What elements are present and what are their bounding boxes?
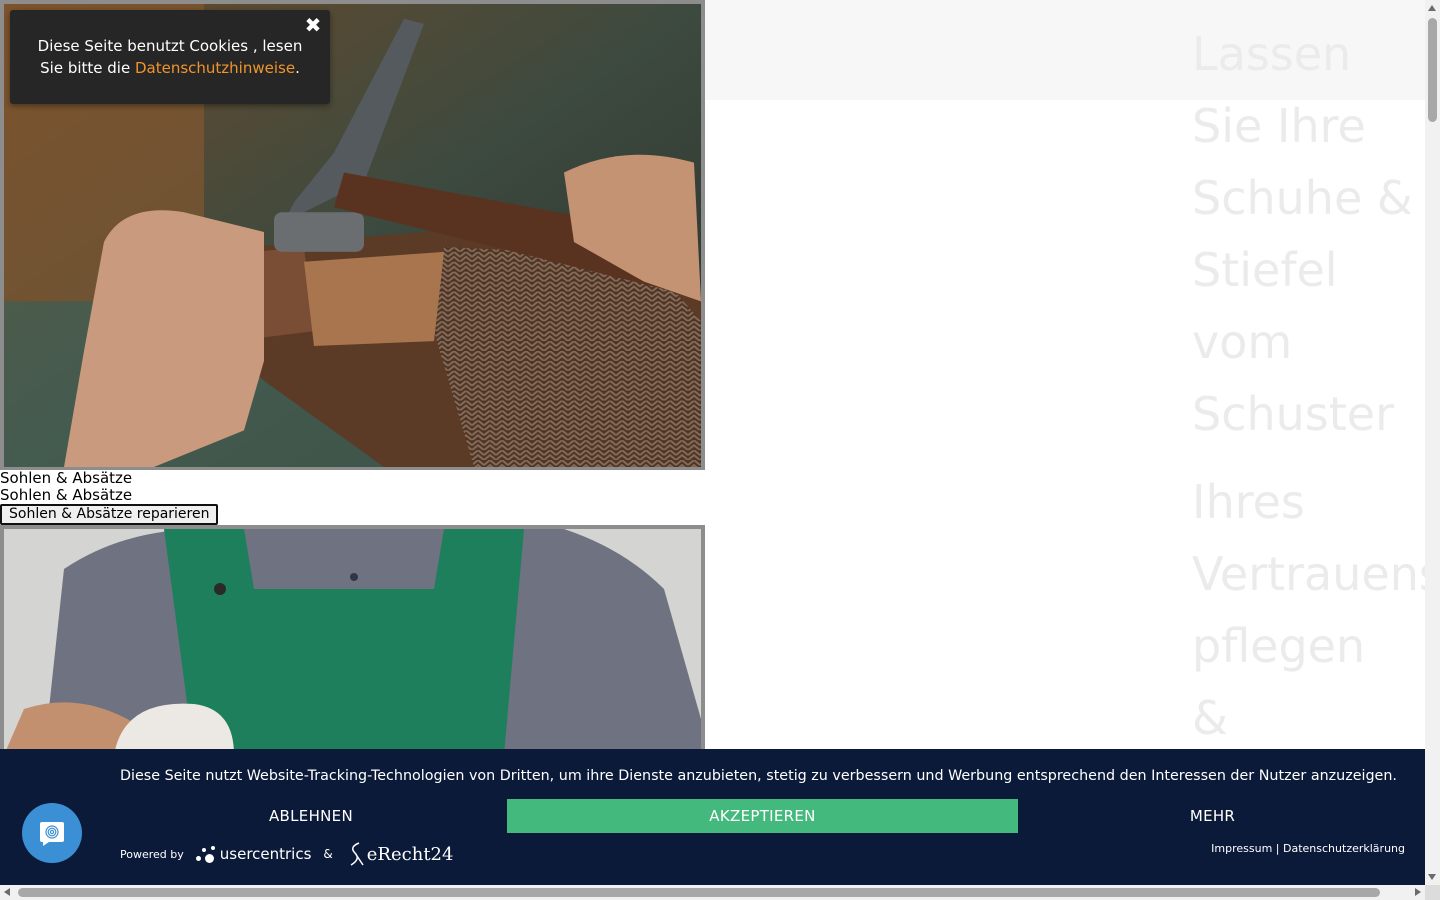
- hero-heading-line: Stiefel: [1192, 243, 1338, 297]
- erecht24-signature-icon: [350, 842, 364, 866]
- decline-button[interactable]: ABLEHNEN: [110, 799, 512, 833]
- erecht24-wordmark: eRecht24: [366, 843, 454, 865]
- privacy-notice-link[interactable]: Datenschutzhinweise: [135, 59, 295, 77]
- erecht24-logo: eRecht24: [345, 841, 454, 867]
- cookie-hint-period: .: [295, 59, 300, 77]
- scroll-right-arrow-icon[interactable]: [1415, 888, 1421, 896]
- privacy-settings-button[interactable]: [22, 803, 82, 863]
- scroll-up-arrow-icon[interactable]: [1428, 5, 1436, 11]
- card-subtitle: Sohlen & Absätze: [0, 486, 133, 504]
- brand-ampersand: &: [323, 847, 333, 861]
- hero-heading: Lassen Sie Ihre Schuhe & Stiefel vom Schuster: [1192, 18, 1440, 450]
- hero-heading-line: Lassen: [1192, 27, 1352, 81]
- more-button[interactable]: MEHR: [1010, 799, 1415, 833]
- usercentrics-dots-icon: [195, 843, 218, 865]
- vertical-scrollbar[interactable]: [1425, 0, 1440, 885]
- cobbler-photo: [4, 529, 701, 755]
- sole-repair-button[interactable]: Sohlen & Absätze reparieren: [0, 504, 219, 525]
- usercentrics-wordmark: usercentrics: [219, 845, 312, 863]
- hero-subheading: Ihres Vertrauens pflegen &: [1192, 466, 1440, 754]
- hero-subheading-line: Vertrauens: [1192, 547, 1440, 601]
- legal-links: Impressum | Datenschutzerklärung: [1211, 842, 1405, 855]
- scroll-down-arrow-icon[interactable]: [1428, 874, 1436, 880]
- consent-banner: Diese Seite nutzt Website-Tracking-Techn…: [0, 749, 1425, 885]
- fingerprint-chat-icon: [40, 822, 64, 846]
- hero-heading-line: Schuster: [1192, 387, 1395, 441]
- consent-message: Diese Seite nutzt Website-Tracking-Techn…: [120, 768, 1397, 784]
- impressum-link[interactable]: Impressum: [1211, 842, 1272, 855]
- hero-subheading-line: &: [1192, 691, 1228, 745]
- card-image-cobbler[interactable]: [0, 525, 705, 755]
- hero-subheading-line: pflegen: [1192, 619, 1366, 673]
- hero-heading-line: Schuhe &: [1192, 171, 1413, 225]
- horizontal-scrollbar[interactable]: [0, 885, 1425, 900]
- powered-by: Powered by usercentrics & eRecht24: [120, 841, 453, 867]
- hero-heading-line: Sie Ihre: [1192, 99, 1366, 153]
- hero-subheading-line: Ihres: [1192, 475, 1305, 529]
- usercentrics-logo: usercentrics: [195, 843, 312, 865]
- cookie-hint-popup: Diese Seite benutzt Cookies , lesen Sie …: [10, 10, 330, 104]
- vertical-scroll-thumb[interactable]: [1428, 18, 1437, 122]
- legal-separator: |: [1275, 842, 1280, 855]
- scrollbar-corner: [1425, 885, 1440, 900]
- close-icon[interactable]: ✖: [302, 14, 324, 36]
- hero-heading-line: vom: [1192, 315, 1293, 369]
- horizontal-scroll-thumb[interactable]: [18, 888, 1380, 897]
- privacy-policy-link[interactable]: Datenschutzerklärung: [1283, 842, 1405, 855]
- scroll-left-arrow-icon[interactable]: [4, 888, 10, 896]
- powered-by-label: Powered by: [120, 847, 184, 861]
- accept-button[interactable]: AKZEPTIEREN: [507, 799, 1018, 833]
- card-title: Sohlen & Absätze: [0, 469, 133, 487]
